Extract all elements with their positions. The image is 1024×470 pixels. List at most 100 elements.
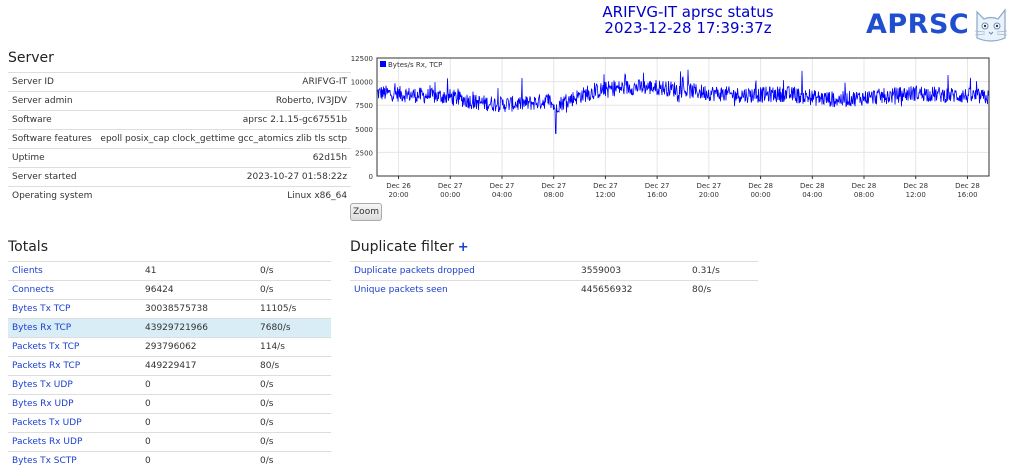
totals-row: Packets Rx UDP 00/s [8, 433, 331, 452]
x-tick-time: 16:00 [957, 191, 977, 199]
dupfilter-heading: Duplicate filter + [350, 239, 469, 255]
totals-row: Packets Tx UDP 00/s [8, 414, 331, 433]
totals-row-link[interactable]: Connects [12, 285, 54, 295]
dupfilter-row-label-cell: Unique packets seen [350, 281, 577, 300]
server-row-value: 2023-10-27 01:58:22z [96, 168, 351, 187]
totals-heading: Totals [8, 239, 48, 255]
x-tick-date: Dec 26 [386, 182, 411, 190]
logo-text: APRSC [866, 9, 969, 40]
server-row-value: 62d15h [96, 149, 351, 168]
dupfilter-title: Duplicate filter [350, 239, 454, 255]
server-row-value: aprsc 2.1.15-gc67551b [96, 111, 351, 130]
bytes-rx-chart[interactable]: 12500100007500500025000Dec 2620:00Dec 27… [347, 52, 997, 202]
page-title: ARIFVG-IT aprsc status 2023-12-28 17:39:… [560, 4, 816, 36]
legend-label: Bytes/s Rx, TCP [388, 61, 442, 69]
dupfilter-row: Duplicate packets dropped35590030.31/s [350, 262, 758, 281]
totals-row-value: 96424 [141, 281, 256, 300]
server-row-label: Software [8, 111, 96, 130]
totals-row-value: 41 [141, 262, 256, 281]
totals-row-link[interactable]: Bytes Tx SCTP [12, 456, 77, 466]
server-row-label: Server started [8, 168, 96, 187]
totals-row-value: 0 [141, 376, 256, 395]
totals-row-value: 0 [141, 452, 256, 470]
totals-row-link[interactable]: Clients [12, 266, 43, 276]
server-row-value: ARIFVG-IT [96, 73, 351, 92]
totals-row-link[interactable]: Bytes Rx UDP [12, 399, 74, 409]
x-tick-date: Dec 28 [748, 182, 773, 190]
totals-row-rate: 0/s [256, 414, 331, 433]
server-row-label: Uptime [8, 149, 96, 168]
series-line-bytes-rx-tcp [377, 70, 989, 134]
totals-row-value: 449229417 [141, 357, 256, 376]
server-row-label: Operating system [8, 187, 96, 206]
totals-row-link[interactable]: Bytes Tx TCP [12, 304, 70, 314]
totals-row-link[interactable]: Packets Rx TCP [12, 361, 80, 371]
x-tick-date: Dec 27 [541, 182, 566, 190]
server-row: Uptime62d15h [8, 149, 351, 168]
expand-plus-icon[interactable]: + [458, 240, 469, 255]
totals-row-rate: 114/s [256, 338, 331, 357]
totals-row-rate: 0/s [256, 376, 331, 395]
dupfilter-row: Unique packets seen44565693280/s [350, 281, 758, 300]
zoom-button[interactable]: Zoom [350, 203, 382, 221]
y-tick-label: 5000 [355, 126, 373, 134]
dupfilter-row-link[interactable]: Duplicate packets dropped [354, 266, 475, 276]
x-tick-time: 04:00 [492, 191, 512, 199]
totals-row-rate: 0/s [256, 281, 331, 300]
server-row: Server adminRoberto, IV3JDV [8, 92, 351, 111]
totals-row-label-cell: Packets Tx UDP [8, 414, 141, 433]
totals-row-label-cell: Bytes Rx UDP [8, 395, 141, 414]
totals-row-label-cell: Bytes Tx TCP [8, 300, 141, 319]
server-row: Software featuresepoll posix_cap clock_g… [8, 130, 351, 149]
legend-swatch [380, 61, 386, 67]
totals-row-label-cell: Packets Rx UDP [8, 433, 141, 452]
x-tick-date: Dec 28 [903, 182, 928, 190]
x-tick-time: 04:00 [802, 191, 822, 199]
totals-row: Packets Rx TCP 44922941780/s [8, 357, 331, 376]
totals-row-value: 0 [141, 433, 256, 452]
totals-row-rate: 0/s [256, 262, 331, 281]
totals-row-link[interactable]: Packets Tx TCP [12, 342, 79, 352]
x-tick-date: Dec 28 [955, 182, 980, 190]
totals-row-rate: 0/s [256, 452, 331, 470]
totals-row: Bytes Tx TCP 3003857573811105/s [8, 300, 331, 319]
page-title-server: ARIFVG-IT aprsc status [560, 4, 816, 20]
page-title-time: 2023-12-28 17:39:37z [560, 20, 816, 36]
x-tick-date: Dec 28 [852, 182, 877, 190]
server-row: Operating systemLinux x86_64 [8, 187, 351, 206]
totals-row: Bytes Tx SCTP 00/s [8, 452, 331, 470]
server-row-label: Server ID [8, 73, 96, 92]
cat-logo-icon [971, 4, 1011, 44]
totals-row-link[interactable]: Packets Rx UDP [12, 437, 82, 447]
x-tick-time: 12:00 [595, 191, 615, 199]
totals-row-link[interactable]: Bytes Rx TCP [12, 323, 71, 333]
totals-row-value: 0 [141, 414, 256, 433]
totals-row: Bytes Rx UDP00/s [8, 395, 331, 414]
dupfilter-table: Duplicate packets dropped35590030.31/sUn… [350, 261, 758, 299]
x-tick-time: 20:00 [699, 191, 719, 199]
server-heading: Server [8, 50, 54, 66]
dupfilter-row-link[interactable]: Unique packets seen [354, 285, 448, 295]
totals-row-label-cell: Packets Rx TCP [8, 357, 141, 376]
x-tick-time: 08:00 [544, 191, 564, 199]
totals-row-rate: 0/s [256, 395, 331, 414]
totals-row-rate: 11105/s [256, 300, 331, 319]
x-tick-date: Dec 27 [490, 182, 515, 190]
totals-row-label-cell: Connects [8, 281, 141, 300]
totals-row-value: 30038575738 [141, 300, 256, 319]
x-tick-date: Dec 27 [438, 182, 463, 190]
x-tick-time: 00:00 [440, 191, 460, 199]
dupfilter-row-rate: 80/s [688, 281, 758, 300]
totals-row-link[interactable]: Packets Tx UDP [12, 418, 82, 428]
y-tick-label: 0 [369, 173, 373, 181]
totals-row-rate: 0/s [256, 433, 331, 452]
totals-row-rate: 80/s [256, 357, 331, 376]
x-tick-time: 16:00 [647, 191, 667, 199]
totals-row: Connects 964240/s [8, 281, 331, 300]
totals-row-link[interactable]: Bytes Tx UDP [12, 380, 73, 390]
totals-row-rate: 7680/s [256, 319, 331, 338]
y-tick-label: 7500 [355, 102, 373, 110]
x-tick-date: Dec 27 [697, 182, 722, 190]
x-tick-date: Dec 27 [593, 182, 618, 190]
server-table: Server IDARIFVG-ITServer adminRoberto, I… [8, 72, 351, 205]
